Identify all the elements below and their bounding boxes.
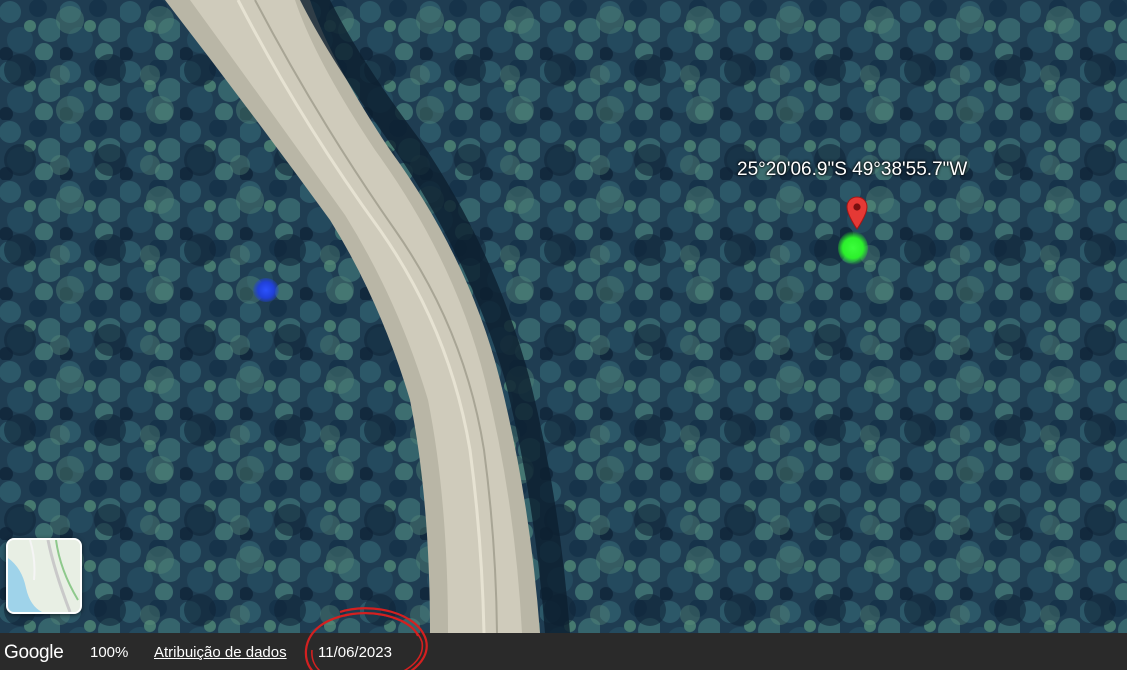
satellite-imagery: [0, 0, 1127, 633]
map-type-thumbnail[interactable]: [6, 538, 82, 614]
google-logo: Google: [4, 642, 64, 663]
minimap-icon: [8, 540, 80, 612]
imagery-date: 11/06/2023: [318, 644, 392, 661]
map-footer-bar: Google 100% Atribuição de dados 11/06/20…: [0, 633, 1127, 670]
zoom-level: 100%: [90, 644, 129, 661]
blue-marker-blob: [253, 278, 279, 302]
coordinates-label: 25°20'06.9"S 49°38'55.7"W: [737, 159, 968, 180]
page-bottom-margin: [0, 670, 1127, 689]
data-attribution-link[interactable]: Atribuição de dados: [154, 644, 287, 661]
green-marker-blob: [838, 231, 868, 265]
satellite-map[interactable]: 25°20'06.9"S 49°38'55.7"W: [0, 0, 1127, 633]
map-pin-icon[interactable]: [846, 196, 868, 230]
